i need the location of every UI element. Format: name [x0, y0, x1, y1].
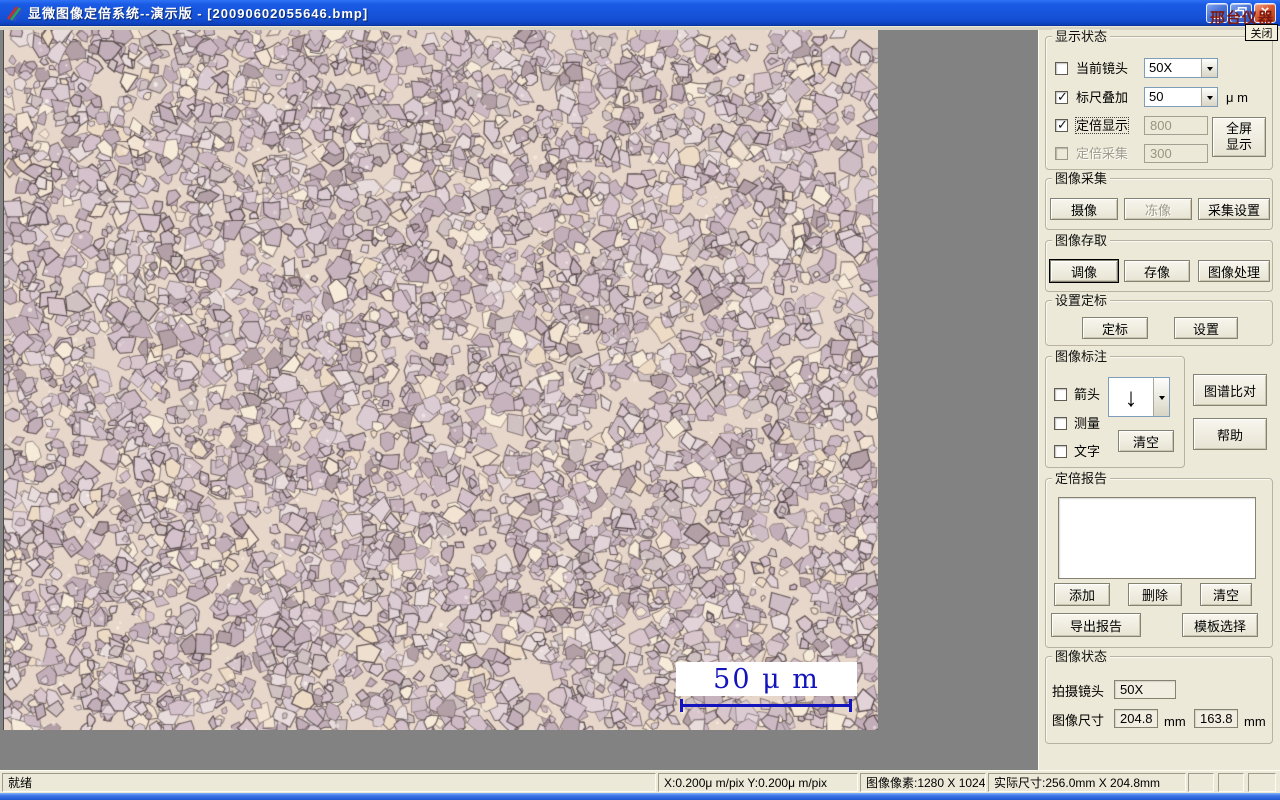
- status-resolution-pane: X:0.200μ m/pix Y:0.200μ m/pix: [658, 773, 858, 792]
- status-empty-pane: [1188, 773, 1214, 792]
- fixed-display-label: 定倍显示: [1074, 117, 1130, 134]
- fixed-display-input: 800: [1144, 116, 1208, 135]
- group-storage: 图像存取 调像 存像 图像处理: [1045, 233, 1273, 292]
- app-window: 显微图像定倍系统--演示版 - [20090602055646.bmp] × 邢…: [0, 0, 1280, 800]
- fixed-display-checkbox[interactable]: [1055, 119, 1068, 132]
- fullscreen-button-line1: 全屏: [1225, 121, 1252, 136]
- scale-bar-box: 50 μ m: [676, 662, 857, 696]
- group-display-status: 显示状态 当前镜头 50X 标尺叠加 50 μ m 定倍显示 800: [1045, 29, 1273, 170]
- report-clear-button[interactable]: 清空: [1200, 583, 1252, 606]
- clear-annotation-button[interactable]: 清空: [1118, 430, 1174, 452]
- measure-label: 测量: [1074, 416, 1101, 431]
- group-annotation-title: 图像标注: [1052, 349, 1111, 364]
- close-icon: ×: [1260, 3, 1270, 20]
- image-width-field: 204.8: [1114, 709, 1158, 728]
- image-viewport: 50 μ m: [3, 30, 878, 730]
- status-pixels-pane: 图像像素:1280 X 1024: [860, 773, 986, 792]
- group-report: 定倍报告 添加 删除 清空 导出报告 模板选择: [1045, 471, 1273, 648]
- taskbar-edge: [0, 793, 1280, 800]
- close-button[interactable]: ×: [1254, 2, 1276, 23]
- ruler-size-value: 50: [1149, 89, 1164, 104]
- fixed-capture-input: 300: [1144, 144, 1208, 163]
- scale-bar-line: [680, 699, 852, 712]
- atlas-compare-button[interactable]: 图谱比对: [1193, 374, 1267, 406]
- shoot-lens-label: 拍摄镜头: [1052, 684, 1105, 699]
- status-ready-pane: 就绪: [2, 773, 656, 792]
- save-image-button[interactable]: 存像: [1124, 260, 1190, 282]
- image-height-field: 163.8: [1194, 709, 1238, 728]
- chevron-down-icon[interactable]: [1201, 88, 1217, 106]
- scale-bar-label: 50 μ m: [713, 663, 820, 695]
- group-capture-title: 图像采集: [1052, 171, 1111, 186]
- restore-button[interactable]: [1230, 2, 1252, 23]
- text-checkbox[interactable]: [1054, 445, 1067, 458]
- status-actual-size-pane: 实际尺寸:256.0mm X 204.8mm: [988, 773, 1186, 792]
- current-lens-label: 当前镜头: [1076, 61, 1129, 76]
- shoot-lens-field: 50X: [1114, 680, 1176, 699]
- template-select-button[interactable]: 模板选择: [1182, 613, 1258, 637]
- down-arrow-icon: ↓: [1124, 382, 1138, 412]
- calibration-settings-button[interactable]: 设置: [1174, 317, 1238, 339]
- arrow-checkbox[interactable]: [1054, 388, 1067, 401]
- minimize-icon: [1212, 15, 1222, 19]
- image-width-unit: mm: [1164, 714, 1186, 729]
- current-lens-checkbox[interactable]: [1055, 62, 1068, 75]
- group-annotation: 图像标注 箭头 ↓ 测量 清空 文字: [1045, 349, 1185, 468]
- group-report-title: 定倍报告: [1052, 471, 1111, 486]
- chevron-down-icon[interactable]: [1153, 378, 1169, 416]
- group-image-status: 图像状态 拍摄镜头 50X 图像尺寸 204.8 mm 163.8 mm: [1045, 649, 1273, 744]
- check-icon: [1057, 117, 1068, 133]
- shoot-button[interactable]: 摄像: [1050, 198, 1118, 220]
- close-tooltip: 关闭: [1245, 24, 1278, 41]
- restore-icon: [1235, 7, 1247, 18]
- ruler-overlay-checkbox[interactable]: [1055, 91, 1068, 104]
- status-empty-pane: [1248, 773, 1276, 792]
- image-process-button[interactable]: 图像处理: [1198, 260, 1270, 282]
- app-logo-icon: [6, 5, 24, 22]
- arrow-label: 箭头: [1074, 387, 1101, 402]
- ruler-unit-label: μ m: [1226, 90, 1248, 105]
- control-panel: 显示状态 当前镜头 50X 标尺叠加 50 μ m 定倍显示 800: [1038, 29, 1280, 770]
- image-height-unit: mm: [1244, 714, 1266, 729]
- report-listbox[interactable]: [1058, 497, 1256, 579]
- group-storage-title: 图像存取: [1052, 233, 1111, 248]
- check-icon: [1057, 89, 1068, 105]
- title-bar: 显微图像定倍系统--演示版 - [20090602055646.bmp] ×: [0, 0, 1280, 26]
- image-size-label: 图像尺寸: [1052, 713, 1105, 728]
- fullscreen-button[interactable]: 全屏 显示: [1212, 117, 1266, 157]
- window-title: 显微图像定倍系统--演示版 - [20090602055646.bmp]: [28, 6, 369, 21]
- export-report-button[interactable]: 导出报告: [1051, 613, 1141, 637]
- capture-settings-button[interactable]: 采集设置: [1198, 198, 1270, 220]
- group-calibration: 设置定标 定标 设置: [1045, 293, 1273, 346]
- micrograph-canvas[interactable]: [4, 30, 878, 730]
- fixed-capture-label: 定倍采集: [1076, 146, 1129, 161]
- help-button[interactable]: 帮助: [1193, 418, 1267, 450]
- group-display-status-title: 显示状态: [1052, 29, 1111, 44]
- status-empty-pane: [1218, 773, 1244, 792]
- group-image-status-title: 图像状态: [1052, 649, 1111, 664]
- text-label: 文字: [1074, 444, 1101, 459]
- ruler-overlay-label: 标尺叠加: [1076, 90, 1129, 105]
- arrow-style-select[interactable]: ↓: [1108, 377, 1170, 417]
- load-image-button[interactable]: 调像: [1050, 260, 1118, 282]
- calibrate-button[interactable]: 定标: [1082, 317, 1148, 339]
- current-lens-value: 50X: [1149, 60, 1173, 75]
- ruler-size-select[interactable]: 50: [1144, 87, 1218, 107]
- report-add-button[interactable]: 添加: [1054, 583, 1110, 606]
- minimize-button[interactable]: [1206, 2, 1228, 23]
- measure-checkbox[interactable]: [1054, 417, 1067, 430]
- group-calibration-title: 设置定标: [1052, 293, 1111, 308]
- freeze-button: 冻像: [1124, 198, 1192, 220]
- chevron-down-icon[interactable]: [1201, 59, 1217, 77]
- fixed-capture-checkbox: [1055, 147, 1068, 160]
- status-bar: 就绪 X:0.200μ m/pix Y:0.200μ m/pix 图像像素:12…: [0, 770, 1280, 793]
- group-capture: 图像采集 摄像 冻像 采集设置: [1045, 171, 1273, 230]
- client-area: 50 μ m 显示状态 当前镜头 50X 标尺叠加 50: [0, 29, 1280, 770]
- fullscreen-button-line2: 显示: [1225, 137, 1252, 152]
- report-delete-button[interactable]: 删除: [1128, 583, 1182, 606]
- current-lens-select[interactable]: 50X: [1144, 58, 1218, 78]
